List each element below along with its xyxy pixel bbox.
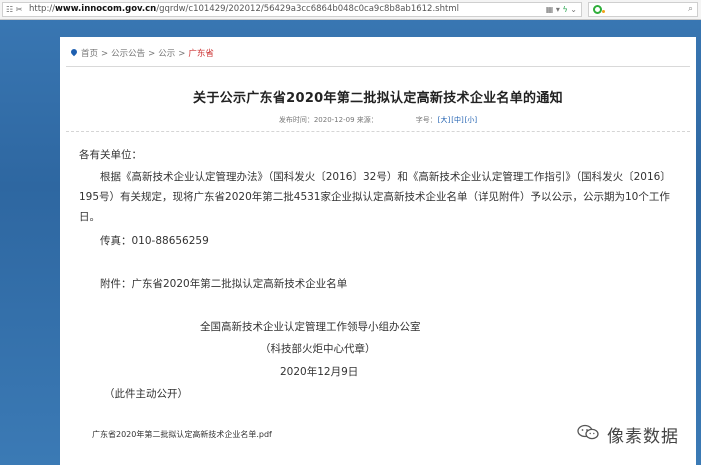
address-bar[interactable]: ☷ ✂ http://www.innocom.gov.cn/gqrdw/c101…: [2, 2, 582, 17]
watermark-text: 像素数据: [607, 427, 679, 447]
attachment-note: 附件：广东省2020年第二批拟认定高新技术企业名单: [100, 278, 348, 290]
notice-paragraph: 根据《高新技术企业认定管理办法》（国科发火〔2016〕32号）和《高新技术企业认…: [79, 171, 671, 223]
breadcrumb-home-link[interactable]: 首页: [81, 49, 98, 59]
compatibility-mode-icon[interactable]: ▦: [546, 5, 554, 14]
location-pin-icon: [69, 47, 79, 57]
page-title: 关于公示广东省2020年第二批拟认定高新技术企业名单的通知: [193, 91, 563, 106]
font-size-large-link[interactable]: 大: [440, 116, 447, 124]
speed-mode-icon[interactable]: ϟ: [562, 5, 567, 14]
signature-date: 2020年12月9日: [280, 366, 359, 378]
breadcrumb: 首页 > 公示公告 > 公示 > 广东省: [69, 47, 214, 59]
greeting: 各有关单位：: [79, 149, 142, 161]
signature-organization: 全国高新技术企业认定管理工作领导小组办公室: [200, 321, 421, 333]
dropdown-arrow-icon[interactable]: ▾: [556, 5, 560, 14]
breadcrumb-publicity-link[interactable]: 公示: [158, 49, 175, 59]
site-security-icon: ☷ ✂: [6, 5, 23, 14]
breadcrumb-notices-link[interactable]: 公示公告: [111, 49, 145, 59]
search-engine-logo-icon: [593, 5, 602, 14]
search-icon[interactable]: ⌕: [688, 4, 693, 14]
fax-number: 传真：010-88656259: [100, 235, 209, 247]
chevron-down-icon[interactable]: ⌄: [570, 5, 577, 14]
font-size-label: 字号：: [415, 116, 437, 124]
article-meta: 发布时间：2020-12-09 来源： 字号：[大][中][小]: [278, 116, 478, 124]
url-text[interactable]: http://www.innocom.gov.cn/gqrdw/c101429/…: [29, 3, 459, 16]
signature-stamp-note: （科技部火炬中心代章）: [260, 343, 376, 355]
font-size-medium-link[interactable]: 中: [454, 116, 461, 124]
wechat-icon: [577, 424, 599, 440]
divider: [66, 66, 690, 67]
divider: [66, 131, 690, 132]
public-disclosure-note: （此件主动公开）: [104, 388, 188, 400]
address-bar-tools: ▦ ▾ ϟ ⌄: [546, 3, 577, 16]
search-input[interactable]: ⌕: [588, 2, 698, 17]
font-size-small-link[interactable]: 小: [467, 116, 474, 124]
attachment-pdf-link[interactable]: 广东省2020年第二批拟认定高新技术企业名单.pdf: [92, 429, 272, 440]
browser-toolbar: ☷ ✂ http://www.innocom.gov.cn/gqrdw/c101…: [0, 0, 701, 20]
publish-info: 发布时间：2020-12-09 来源：: [278, 116, 378, 124]
breadcrumb-current[interactable]: 广东省: [188, 49, 214, 59]
